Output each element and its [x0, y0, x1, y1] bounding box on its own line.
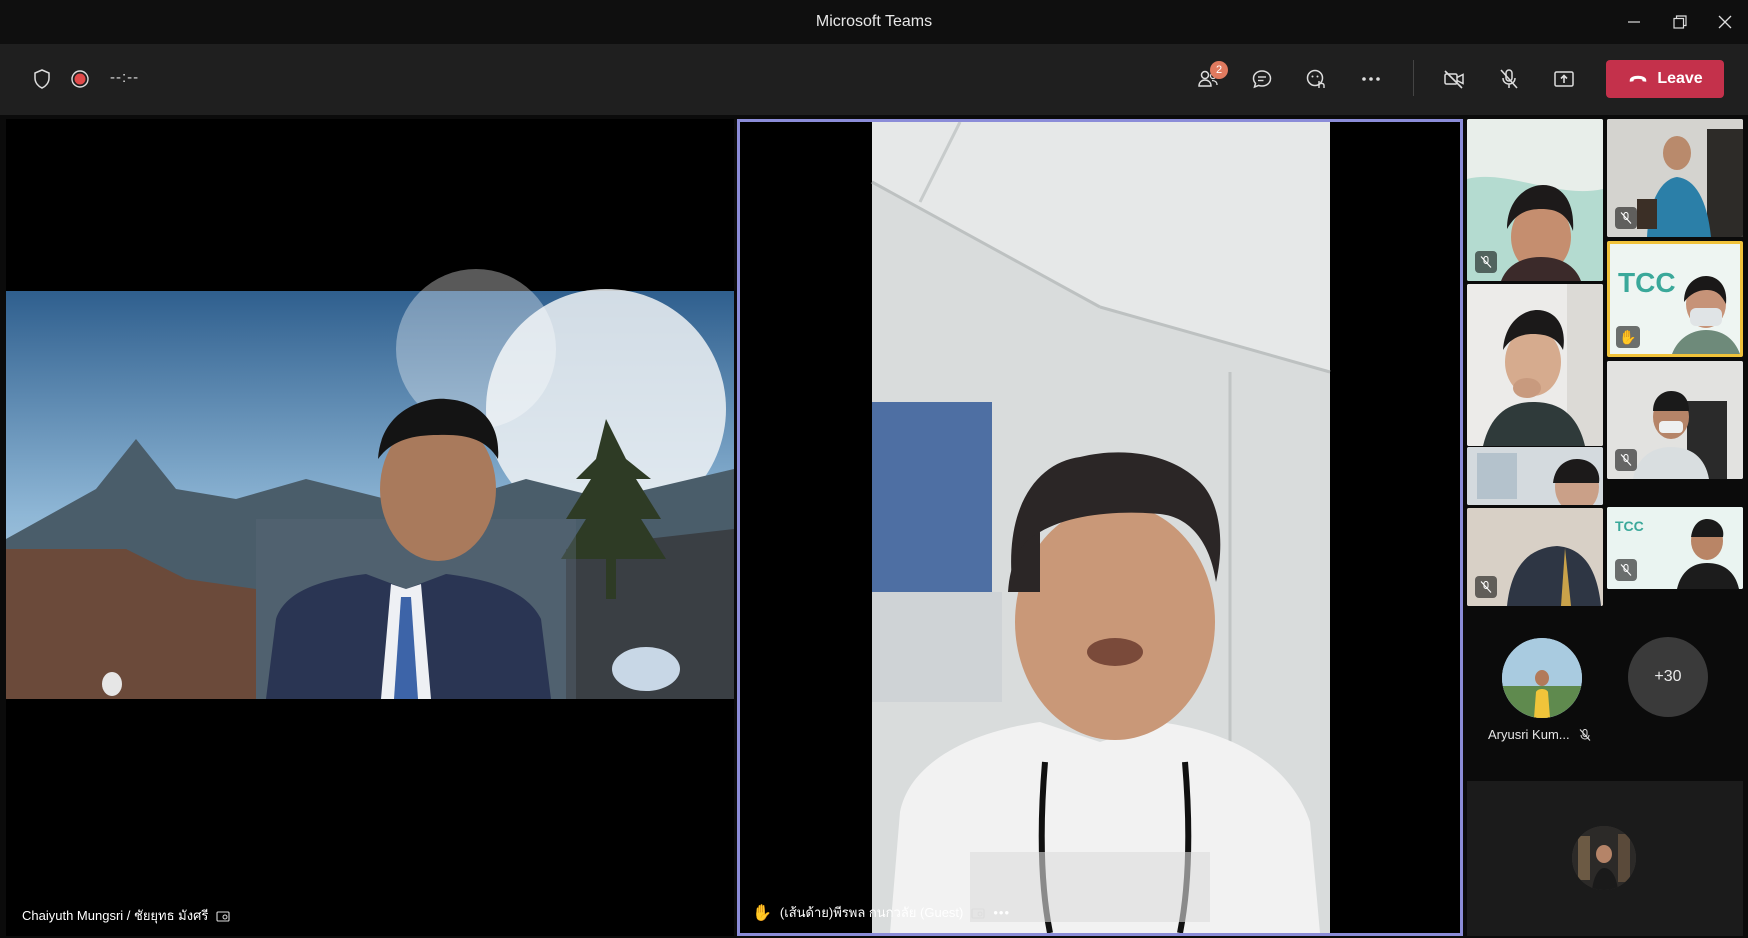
restore-icon[interactable] [1657, 6, 1703, 38]
overflow-participant-name: Aryusri Kum... [1488, 727, 1570, 742]
participants-count-badge: 2 [1210, 61, 1228, 79]
share-screen-icon[interactable] [1545, 60, 1583, 98]
tile-more-icon[interactable]: ••• [993, 905, 1010, 920]
avatar[interactable] [1502, 638, 1582, 718]
participant-thumbnail[interactable] [1467, 508, 1603, 606]
participant-thumbnail-feed [1467, 447, 1603, 505]
close-icon[interactable] [1702, 6, 1748, 38]
active-speaker-name-label: ✋ (เส้นด้าย)พีรพล กนกวลัย (Guest) ••• [752, 902, 1010, 923]
muted-icon [1579, 728, 1591, 741]
leave-button[interactable]: Leave [1606, 60, 1724, 98]
participant-video-tile[interactable]: Chaiyuth Mungsri / ชัยยุทธ มังศรี [6, 119, 734, 936]
window-title: Microsoft Teams [815, 13, 933, 30]
more-participants-button[interactable]: +30 [1628, 637, 1708, 717]
participant-thumbnail[interactable] [1467, 119, 1603, 281]
meeting-toolbar: --:-- [0, 44, 1748, 115]
minimize-icon[interactable] [1611, 6, 1657, 38]
hang-up-icon [1630, 75, 1647, 82]
title-bar: Microsoft Teams [0, 0, 1748, 44]
video-stage: Chaiyuth Mungsri / ชัยยุทธ มังศรี ✋ (เส้… [0, 115, 1748, 938]
avatar-image [1572, 826, 1636, 890]
shield-icon[interactable] [23, 60, 61, 98]
overflow-participant-label: Aryusri Kum... [1488, 727, 1608, 742]
participant-thumbnail[interactable]: TCC [1607, 507, 1743, 589]
raised-hand-icon: ✋ [752, 904, 772, 922]
participant-thumbnail[interactable] [1467, 447, 1603, 505]
self-view-tile[interactable] [1467, 781, 1743, 936]
participant-thumbnail[interactable] [1607, 119, 1743, 237]
muted-icon [1475, 251, 1497, 273]
camera-off-icon[interactable] [1435, 60, 1473, 98]
more-options-icon[interactable] [1352, 60, 1390, 98]
muted-icon [1615, 559, 1637, 581]
muted-icon [1615, 449, 1637, 471]
chat-icon[interactable] [1243, 60, 1281, 98]
recording-icon[interactable] [61, 60, 99, 98]
raised-hand-icon: ✋ [1616, 326, 1640, 348]
more-participants-count: +30 [1654, 668, 1682, 685]
active-speaker-video-feed [740, 122, 1460, 933]
participant-video-feed [6, 119, 734, 936]
leave-label: Leave [1657, 70, 1703, 87]
participant-thumbnail-feed [1467, 284, 1603, 446]
avatar-image [1502, 638, 1582, 718]
microphone-off-icon[interactable] [1490, 60, 1528, 98]
muted-icon [1615, 207, 1637, 229]
avatar [1572, 826, 1636, 890]
active-speaker-video-tile[interactable]: ✋ (เส้นด้าย)พีรพล กนกวลัย (Guest) ••• [737, 119, 1463, 936]
active-speaker-name: (เส้นด้าย)พีรพล กนกวลัย (Guest) [779, 905, 964, 920]
raised-hand-participant-thumbnail[interactable]: TCC ✋ [1607, 241, 1743, 357]
svg-text:TCC: TCC [1615, 518, 1644, 534]
pin-icon [216, 910, 230, 922]
participant-thumbnail[interactable] [1467, 284, 1603, 446]
muted-icon [1475, 576, 1497, 598]
participant-name: Chaiyuth Mungsri / ชัยยุทธ มังศรี [22, 908, 209, 923]
pin-icon [971, 907, 985, 919]
reactions-icon[interactable] [1297, 60, 1335, 98]
participant-thumbnail[interactable] [1607, 361, 1743, 479]
svg-text:TCC: TCC [1618, 267, 1676, 298]
toolbar-divider [1413, 60, 1414, 96]
participant-name-label: Chaiyuth Mungsri / ชัยยุทธ มังศรี [22, 905, 230, 926]
meeting-timer: --:-- [110, 69, 140, 86]
